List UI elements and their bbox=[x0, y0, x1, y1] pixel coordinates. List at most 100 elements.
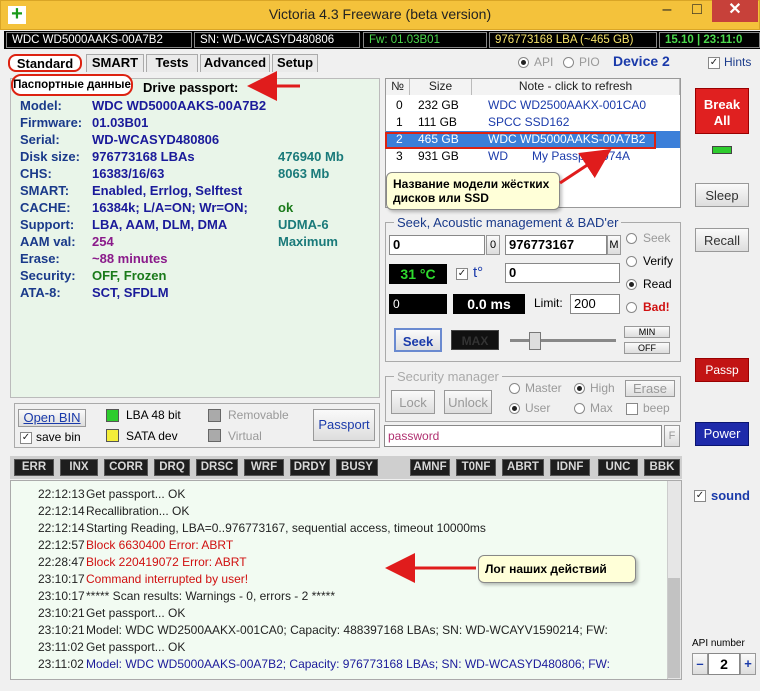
passport-value: 254 bbox=[92, 234, 114, 249]
unlock-button[interactable]: Unlock bbox=[444, 390, 492, 414]
error-flag-t0nf[interactable]: T0NF bbox=[456, 459, 496, 476]
passport-label: Support: bbox=[20, 217, 75, 232]
api-plus-button[interactable]: + bbox=[740, 653, 756, 675]
error-flag-drq[interactable]: DRQ bbox=[154, 459, 190, 476]
limit-field[interactable]: 200 bbox=[570, 294, 620, 314]
tab-standard[interactable]: Standard bbox=[8, 54, 82, 72]
log-time: 23:10:21 bbox=[38, 606, 85, 620]
error-flag-amnf[interactable]: AMNF bbox=[410, 459, 450, 476]
log-message: Model: WDC WD2500AAKX-001CA0; Capacity: … bbox=[86, 623, 608, 637]
start-lba-field[interactable]: 0 bbox=[389, 235, 485, 255]
drive-number: 0 bbox=[396, 98, 403, 112]
col-number[interactable]: № bbox=[386, 79, 410, 95]
passp-button[interactable]: Passp bbox=[695, 358, 749, 382]
api-radio[interactable] bbox=[518, 57, 529, 68]
drive-row[interactable]: 0 232 GB WDC WD2500AAKX-001CA0 bbox=[386, 97, 680, 114]
drive-row[interactable]: 3 931 GB WD My Passport 074A bbox=[386, 148, 680, 165]
error-flag-idnf[interactable]: IDNF bbox=[550, 459, 590, 476]
error-flag-drdy[interactable]: DRDY bbox=[290, 459, 330, 476]
bad-mode-radio[interactable] bbox=[626, 302, 637, 313]
passport-value: OFF, Frozen bbox=[92, 268, 167, 283]
high-radio[interactable] bbox=[574, 383, 585, 394]
api-minus-button[interactable]: – bbox=[692, 653, 708, 675]
error-flag-wrf[interactable]: WRF bbox=[244, 459, 284, 476]
error-flag-bbk[interactable]: BBK bbox=[644, 459, 680, 476]
passport-label: Serial: bbox=[20, 132, 60, 147]
off-button[interactable]: OFF bbox=[624, 342, 670, 354]
hints-checkbox[interactable]: ✓ bbox=[708, 57, 720, 69]
sound-checkbox[interactable]: ✓ bbox=[694, 490, 706, 502]
col-size[interactable]: Size bbox=[410, 79, 472, 95]
end-lba-button[interactable]: M bbox=[607, 235, 621, 255]
seek-slider-track[interactable] bbox=[510, 339, 616, 342]
error-flag-inx[interactable]: INX bbox=[60, 459, 98, 476]
seek-mode-radio[interactable] bbox=[626, 233, 637, 244]
tab-advanced[interactable]: Advanced bbox=[200, 54, 270, 72]
passport-header: Drive passport: bbox=[143, 80, 239, 95]
error-flag-abrt[interactable]: ABRT bbox=[502, 459, 544, 476]
error-flag-busy[interactable]: BUSY bbox=[336, 459, 378, 476]
seek-button[interactable]: Seek bbox=[394, 328, 442, 352]
beep-checkbox[interactable] bbox=[626, 403, 638, 415]
end-lba-field[interactable]: 976773167 bbox=[505, 235, 607, 255]
passport-value: 01.03B01 bbox=[92, 115, 149, 130]
temperature-checkbox[interactable]: ✓ bbox=[456, 268, 468, 280]
sata-indicator bbox=[106, 429, 119, 442]
seek-slider-thumb[interactable] bbox=[529, 332, 541, 350]
error-flag-corr[interactable]: CORR bbox=[104, 459, 148, 476]
master-radio[interactable] bbox=[509, 383, 520, 394]
passport-button[interactable]: Passport bbox=[313, 409, 375, 441]
start-lba-button[interactable]: 0 bbox=[486, 235, 500, 255]
log-message: Model: WDC WD5000AAKS-00A7B2; Capacity: … bbox=[86, 657, 610, 671]
col-note[interactable]: Note - click to refresh bbox=[472, 79, 680, 95]
recall-button[interactable]: Recall bbox=[695, 228, 749, 252]
maximize-button[interactable]: □ bbox=[682, 0, 712, 22]
password-f-button[interactable]: F bbox=[664, 425, 680, 447]
error-flag-unc[interactable]: UNC bbox=[598, 459, 638, 476]
open-bin-button[interactable]: Open BIN bbox=[18, 409, 86, 427]
log-scrollbar-thumb[interactable] bbox=[668, 578, 680, 678]
api-number-field[interactable]: 2 bbox=[708, 653, 740, 675]
info-firmware: Fw: 01.03B01 bbox=[363, 32, 487, 48]
tab-setup[interactable]: Setup bbox=[272, 54, 318, 72]
tab-tests[interactable]: Tests bbox=[146, 54, 198, 72]
error-flag-err[interactable]: ERR bbox=[14, 459, 54, 476]
info-serial: SN: WD-WCASYD480806 bbox=[194, 32, 360, 48]
log-time: 23:10:21 bbox=[38, 623, 85, 637]
break-all-button[interactable]: Break All bbox=[695, 88, 749, 134]
read-mode-radio[interactable] bbox=[626, 279, 637, 290]
device-label[interactable]: Device 2 bbox=[613, 53, 670, 69]
temperature-label: t° bbox=[473, 264, 484, 281]
drive-row[interactable]: 1 111 GB SPCC SSD162 bbox=[386, 114, 680, 131]
minimize-button[interactable]: – bbox=[652, 0, 682, 22]
erase-button[interactable]: Erase bbox=[625, 380, 675, 397]
close-button[interactable]: ✕ bbox=[712, 0, 758, 22]
log-message: Get passport... OK bbox=[86, 487, 186, 501]
tab-smart[interactable]: SMART bbox=[86, 54, 144, 72]
max-radio[interactable] bbox=[574, 403, 585, 414]
seek-group-title: Seek, Acoustic management & BAD'er bbox=[394, 215, 622, 230]
sleep-button[interactable]: Sleep bbox=[695, 183, 749, 207]
power-button[interactable]: Power bbox=[695, 422, 749, 446]
error-flag-drsc[interactable]: DRSC bbox=[196, 459, 238, 476]
pio-radio[interactable] bbox=[563, 57, 574, 68]
passport-callout: Паспортные данные bbox=[11, 74, 133, 96]
passport-extra: 8063 Mb bbox=[278, 166, 330, 181]
min-button[interactable]: MIN bbox=[624, 326, 670, 338]
verify-mode-radio[interactable] bbox=[626, 256, 637, 267]
passport-label: Security: bbox=[20, 268, 76, 283]
api-number-label: API number bbox=[692, 638, 745, 649]
seek-mode-label: Seek bbox=[643, 231, 671, 245]
log-callout: Лог наших действий bbox=[478, 555, 636, 583]
sata-label: SATA dev bbox=[126, 429, 178, 443]
save-bin-checkbox[interactable]: ✓ bbox=[20, 432, 32, 444]
passport-value: LBA, AAM, DLM, DMA bbox=[92, 217, 228, 232]
selected-drive-highlight bbox=[385, 132, 656, 149]
log-time: 22:12:14 bbox=[38, 521, 85, 535]
passport-label: Firmware: bbox=[20, 115, 83, 130]
drive-note-extra: My Passport 074A bbox=[532, 149, 631, 163]
user-radio[interactable] bbox=[509, 403, 520, 414]
lock-button[interactable]: Lock bbox=[391, 390, 435, 414]
seek-field-2[interactable]: 0 bbox=[505, 263, 620, 283]
password-input[interactable]: password bbox=[384, 425, 662, 447]
